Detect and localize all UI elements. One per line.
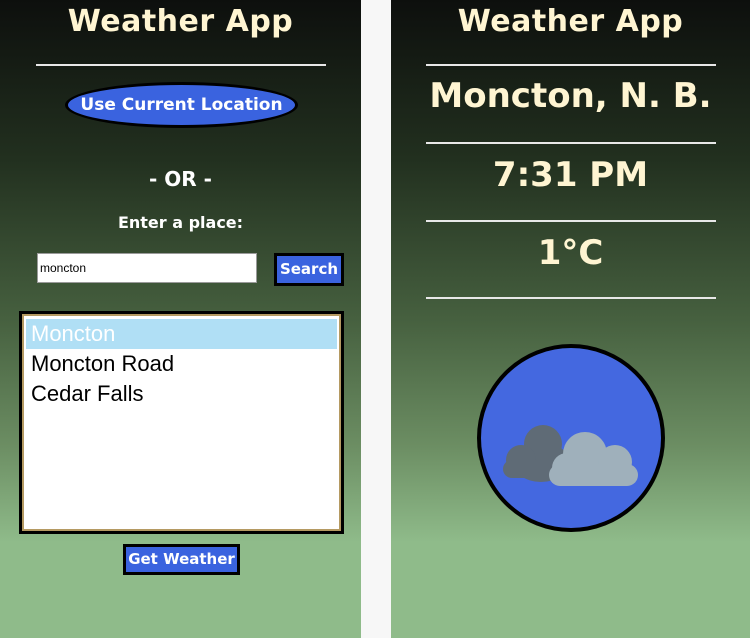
search-panel: Weather App Use Current Location - OR - … [0,0,361,638]
city-name: Moncton, N. B. [429,76,712,116]
list-item-cedar-falls[interactable]: Cedar Falls [26,379,337,409]
divider [426,297,716,299]
divider [36,64,326,66]
get-weather-button[interactable]: Get Weather [123,544,240,575]
app-title: Weather App [457,4,684,39]
search-button[interactable]: Search [274,253,344,286]
divider [426,220,716,222]
divider [426,142,716,144]
place-input-label: Enter a place: [117,213,244,232]
list-item-moncton-road[interactable]: Moncton Road [26,349,337,379]
list-item-moncton[interactable]: Moncton [26,319,337,349]
place-search-input[interactable] [37,253,257,283]
weather-result-panel: Weather App Moncton, N. B. 7:31 PM 1°C [391,0,750,638]
app-title: Weather App [67,4,294,39]
use-current-location-button[interactable]: Use Current Location [65,82,298,128]
temperature-value: 1°C [537,233,604,273]
night-cloudy-moon-icon [503,394,641,486]
place-results-list[interactable]: Moncton Moncton Road Cedar Falls [19,311,344,534]
weather-icon-badge [477,344,665,532]
or-separator-text: - OR - [149,167,212,191]
divider [426,64,716,66]
local-time: 7:31 PM [492,155,649,195]
